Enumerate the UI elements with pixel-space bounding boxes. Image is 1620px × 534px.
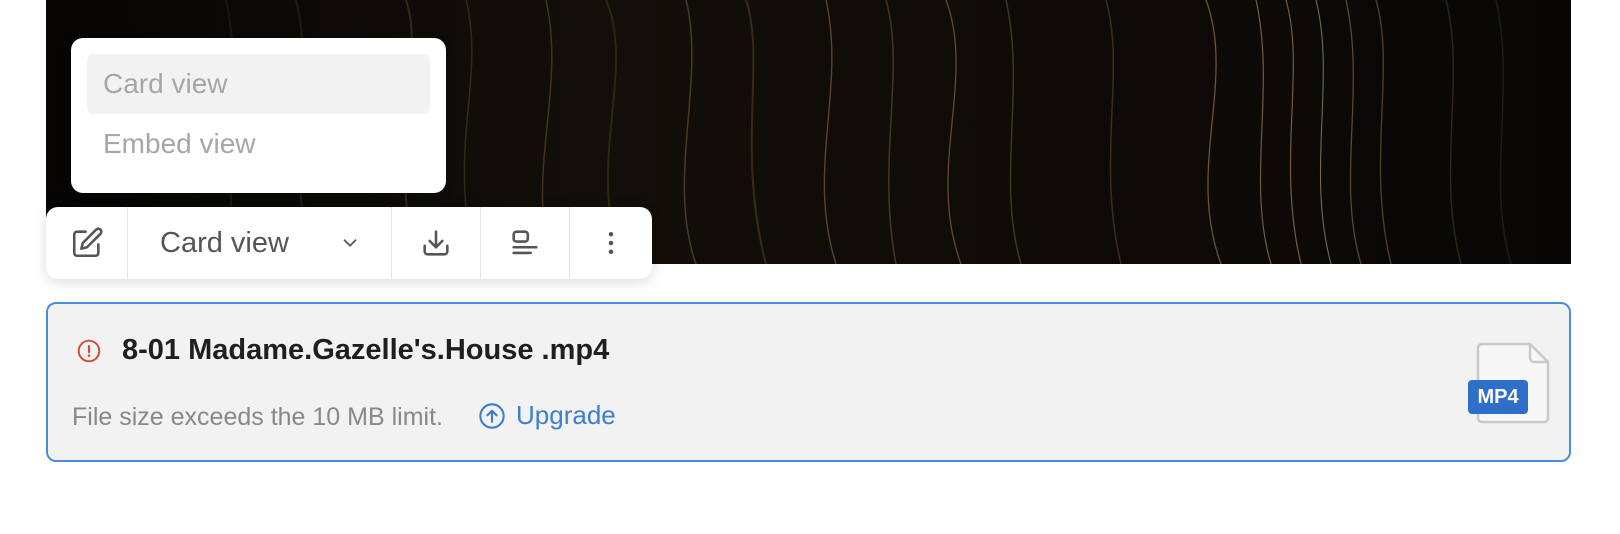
align-left-icon — [512, 230, 538, 255]
menu-item-label: Embed view — [103, 128, 256, 159]
attachment-card[interactable]: 8-01 Madame.Gazelle's.House .mp4 File si… — [46, 302, 1571, 462]
view-mode-select[interactable]: Card view — [128, 207, 392, 279]
page: Card view Embed view Card view 8-01 Mada… — [0, 0, 1620, 534]
edit-icon — [72, 227, 103, 258]
more-vertical-icon — [608, 232, 614, 254]
view-mode-value: Card view — [160, 226, 289, 259]
view-mode-menu: Card view Embed view — [71, 38, 446, 193]
edit-button[interactable] — [46, 207, 128, 279]
menu-item-card-view[interactable]: Card view — [87, 54, 430, 114]
file-name: 8-01 Madame.Gazelle's.House .mp4 — [122, 334, 610, 366]
menu-item-embed-view[interactable]: Embed view — [87, 114, 430, 174]
upgrade-label: Upgrade — [516, 400, 616, 430]
attachment-toolbar: Card view — [46, 207, 652, 279]
chevron-down-icon — [343, 239, 357, 247]
download-button[interactable] — [392, 207, 481, 279]
menu-item-label: Card view — [103, 68, 228, 99]
arrow-up-circle-icon — [479, 402, 505, 429]
file-type-icon: MP4 — [1468, 342, 1552, 424]
upgrade-link[interactable]: Upgrade — [478, 400, 616, 431]
more-options-button[interactable] — [570, 207, 652, 279]
download-icon — [423, 230, 449, 256]
align-button[interactable] — [481, 207, 570, 279]
alert-circle-icon — [76, 338, 102, 369]
file-type-badge: MP4 — [1468, 380, 1528, 414]
file-size-error-message: File size exceeds the 10 MB limit. — [72, 403, 443, 431]
